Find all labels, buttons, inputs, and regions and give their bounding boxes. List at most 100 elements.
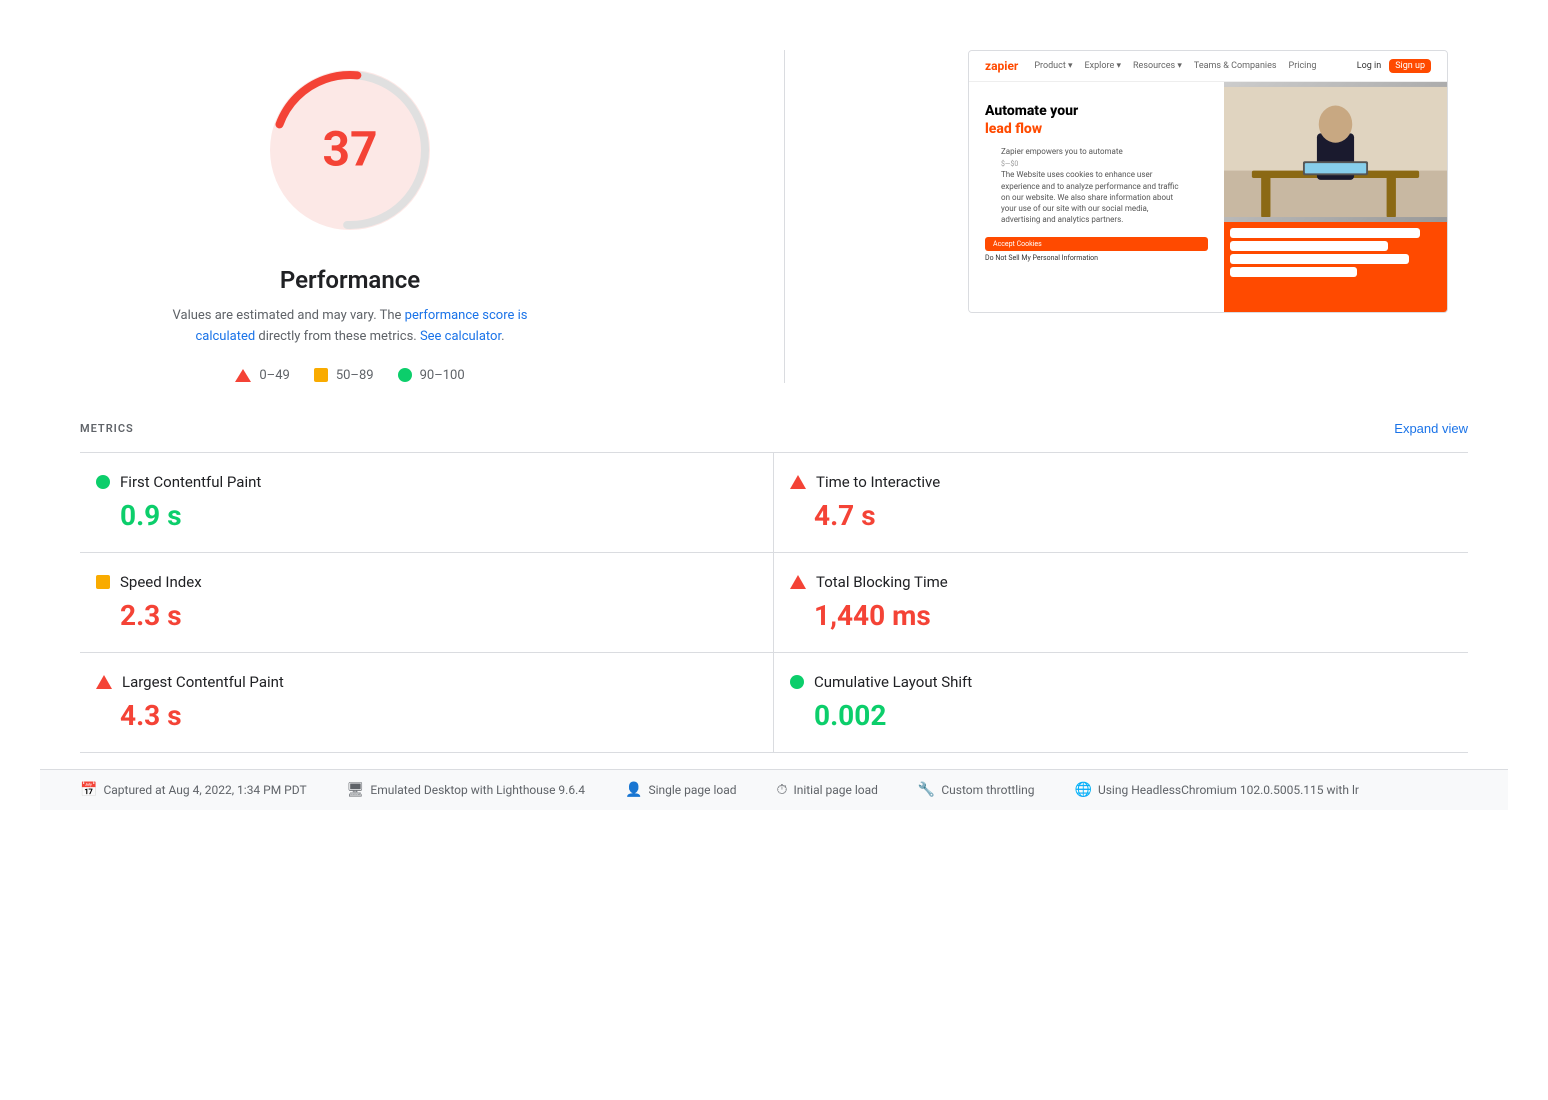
- metric-lcp-value: 4.3 s: [120, 699, 757, 732]
- metric-si-value: 2.3 s: [120, 599, 757, 632]
- metric-fcp: First Contentful Paint 0.9 s: [80, 453, 774, 553]
- footer-throttling: 🔧 Custom throttling: [918, 782, 1035, 798]
- cookie-overlay: Accept Cookies Do Not Sell My Personal I…: [985, 237, 1208, 262]
- desc-prefix: Values are estimated and may vary. The: [173, 308, 405, 323]
- legend-range-mid: 50–89: [336, 368, 374, 383]
- metric-tti-header: Time to Interactive: [790, 473, 1452, 491]
- chromium-icon: 🌐: [1075, 782, 1092, 798]
- footer-throttling-text: Custom throttling: [941, 783, 1034, 797]
- zapier-login: Log in: [1357, 61, 1381, 71]
- metric-tti-name: Time to Interactive: [816, 473, 940, 491]
- zapier-nav: zapier Product ▾ Explore ▾ Resources ▾ T…: [969, 51, 1447, 82]
- nav-teams: Teams & Companies: [1194, 61, 1277, 71]
- zapier-signup: Sign up: [1389, 59, 1431, 73]
- zapier-logo: zapier: [985, 59, 1018, 73]
- metric-tbt-name: Total Blocking Time: [816, 573, 948, 591]
- footer-initial-load-text: Initial page load: [793, 783, 877, 797]
- performance-title: Performance: [280, 266, 420, 294]
- metric-si: Speed Index 2.3 s: [80, 553, 774, 653]
- metric-cls-value: 0.002: [814, 699, 1452, 732]
- monitor-icon: 🖥: [347, 782, 365, 798]
- accept-cookies-btn[interactable]: Accept Cookies: [985, 237, 1208, 251]
- metric-lcp: Largest Contentful Paint 4.3 s: [80, 653, 774, 753]
- chat-bubble-3: [1230, 254, 1409, 264]
- metrics-grid: First Contentful Paint 0.9 s Time to Int…: [80, 452, 1468, 753]
- green-circle-indicator: [96, 475, 110, 489]
- gauge-score: 37: [322, 120, 377, 177]
- zapier-nav-right: Log in Sign up: [1357, 59, 1431, 73]
- footer-captured: 📅 Captured at Aug 4, 2022, 1:34 PM PDT: [80, 782, 307, 798]
- see-calculator-link[interactable]: See calculator: [420, 329, 501, 344]
- zapier-hero-left: Automate yourlead flow Zapier empowers y…: [969, 82, 1224, 312]
- footer-emulated-text: Emulated Desktop with Lighthouse 9.6.4: [370, 783, 585, 797]
- performance-description: Values are estimated and may vary. The p…: [160, 306, 540, 348]
- expand-view-button[interactable]: Expand view: [1394, 421, 1468, 436]
- green-circle-indicator-cls: [790, 675, 804, 689]
- footer-initial-load: ⏱ Initial page load: [777, 782, 878, 798]
- metric-lcp-name: Largest Contentful Paint: [122, 673, 284, 691]
- zapier-nav-items: Product ▾ Explore ▾ Resources ▾ Teams & …: [1034, 61, 1316, 71]
- zapier-hero-right: [1224, 82, 1447, 312]
- legend-range-low: 0–49: [259, 368, 289, 383]
- zapier-hero: Automate yourlead flow Zapier empowers y…: [969, 82, 1447, 312]
- screenshot-section: zapier Product ▾ Explore ▾ Resources ▾ T…: [968, 50, 1448, 313]
- nav-resources: Resources ▾: [1133, 61, 1182, 71]
- metric-si-name: Speed Index: [120, 573, 202, 591]
- metric-fcp-header: First Contentful Paint: [96, 473, 757, 491]
- footer-single-page: 👤 Single page load: [625, 782, 737, 798]
- footer-captured-text: Captured at Aug 4, 2022, 1:34 PM PDT: [103, 783, 306, 797]
- red-triangle-icon: [235, 369, 251, 382]
- metric-cls-name: Cumulative Layout Shift: [814, 673, 972, 691]
- orange-square-indicator-si: [96, 575, 110, 589]
- metrics-section: METRICS Expand view First Contentful Pai…: [40, 413, 1508, 753]
- calendar-icon: 📅: [80, 782, 97, 798]
- zapier-photo-svg: [1224, 82, 1447, 222]
- legend: 0–49 50–89 90–100: [235, 368, 464, 383]
- do-not-sell-link[interactable]: Do Not Sell My Personal Information: [985, 254, 1208, 262]
- metric-fcp-value: 0.9 s: [120, 499, 757, 532]
- gauge-container: 37: [250, 50, 450, 250]
- clock-icon: ⏱: [777, 782, 788, 798]
- zapier-chat-bubbles: [1224, 222, 1447, 283]
- top-section: 37 Performance Values are estimated and …: [40, 20, 1508, 413]
- score-section: 37 Performance Values are estimated and …: [100, 50, 600, 383]
- metrics-label: METRICS: [80, 422, 134, 435]
- metric-tti: Time to Interactive 4.7 s: [774, 453, 1468, 553]
- chat-bubble-2: [1230, 241, 1388, 251]
- footer-chromium-text: Using HeadlessChromium 102.0.5005.115 wi…: [1098, 783, 1359, 797]
- legend-item-low: 0–49: [235, 368, 289, 383]
- chat-bubble-1: [1230, 228, 1420, 238]
- legend-item-mid: 50–89: [314, 368, 374, 383]
- metric-tbt-value: 1,440 ms: [814, 599, 1452, 632]
- metric-si-header: Speed Index: [96, 573, 757, 591]
- metric-cls: Cumulative Layout Shift 0.002: [774, 653, 1468, 753]
- website-screenshot: zapier Product ▾ Explore ▾ Resources ▾ T…: [968, 50, 1448, 313]
- metric-cls-header: Cumulative Layout Shift: [790, 673, 1452, 691]
- metric-fcp-name: First Contentful Paint: [120, 473, 261, 491]
- metric-tti-value: 4.7 s: [814, 499, 1452, 532]
- metric-tbt: Total Blocking Time 1,440 ms: [774, 553, 1468, 653]
- footer-single-page-text: Single page load: [648, 783, 736, 797]
- footer-emulated: 🖥 Emulated Desktop with Lighthouse 9.6.4: [347, 782, 585, 798]
- throttle-icon: 🔧: [918, 782, 935, 798]
- zapier-photo: [1224, 82, 1447, 222]
- nav-product: Product ▾: [1034, 61, 1072, 71]
- nav-pricing: Pricing: [1289, 61, 1317, 71]
- legend-item-high: 90–100: [398, 368, 465, 383]
- metrics-header: METRICS Expand view: [80, 413, 1468, 444]
- green-circle-icon: [398, 368, 412, 382]
- red-triangle-indicator-tti: [790, 475, 806, 489]
- vertical-divider: [784, 50, 785, 383]
- chat-bubble-4: [1230, 267, 1357, 277]
- main-container: 37 Performance Values are estimated and …: [0, 0, 1548, 830]
- metric-tbt-header: Total Blocking Time: [790, 573, 1452, 591]
- legend-range-high: 90–100: [420, 368, 465, 383]
- zapier-hero-title: Automate yourlead flow: [985, 102, 1208, 138]
- footer-bar: 📅 Captured at Aug 4, 2022, 1:34 PM PDT 🖥…: [40, 769, 1508, 810]
- red-triangle-indicator-tbt: [790, 575, 806, 589]
- metric-lcp-header: Largest Contentful Paint: [96, 673, 757, 691]
- red-triangle-indicator-lcp: [96, 675, 112, 689]
- user-icon: 👤: [625, 782, 642, 798]
- footer-chromium: 🌐 Using HeadlessChromium 102.0.5005.115 …: [1075, 782, 1359, 798]
- orange-square-icon: [314, 368, 328, 382]
